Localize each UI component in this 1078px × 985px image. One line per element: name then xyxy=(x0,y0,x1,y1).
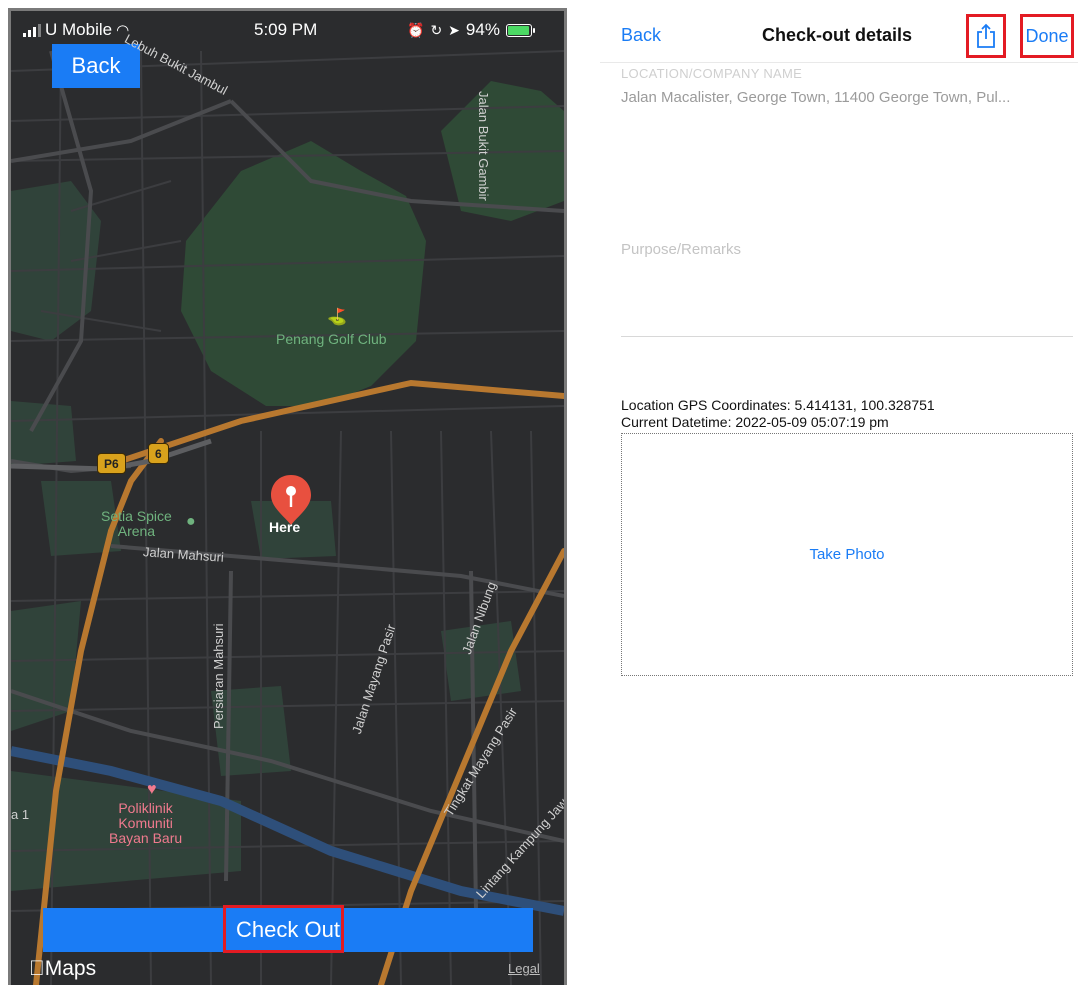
poi-setia-spice-arena: Setia Spice Arena xyxy=(101,508,172,539)
map-back-button[interactable]: Back xyxy=(52,44,140,88)
current-datetime: Current Datetime: 2022-05-09 05:07:19 pm xyxy=(621,414,889,430)
gps-coordinates: Location GPS Coordinates: 5.414131, 100.… xyxy=(621,397,935,413)
signal-icon xyxy=(23,23,41,37)
route-shield-6: 6 xyxy=(148,443,169,464)
location-arrow-icon: ➤ xyxy=(448,21,460,38)
status-indicators: ⏰ ↻ ➤ 94% xyxy=(407,20,535,40)
carrier-info: U Mobile ◠ xyxy=(23,20,129,40)
nav-divider xyxy=(600,62,1078,63)
poi-poliklinik: Poliklinik Komuniti Bayan Baru xyxy=(109,800,183,846)
check-out-highlight xyxy=(223,905,344,953)
maps-brand-text: Maps xyxy=(29,957,96,980)
rotation-lock-icon: ↻ xyxy=(430,21,443,38)
status-time: 5:09 PM xyxy=(254,20,318,39)
take-photo-button[interactable]: Take Photo xyxy=(803,545,890,564)
form-back-button[interactable]: Back xyxy=(621,25,661,46)
golf-icon: ⛳ xyxy=(327,309,347,326)
photo-area[interactable]: Take Photo xyxy=(621,433,1073,676)
purpose-remarks-input[interactable]: Purpose/Remarks xyxy=(621,241,741,258)
road-label-persiaran-mahsuri: Persiaran Mahsuri xyxy=(211,623,226,730)
battery-percent: 94% xyxy=(465,20,500,39)
pin-label: Here xyxy=(269,519,301,535)
carrier-name: U Mobile xyxy=(45,20,113,39)
route-shield-p6: P6 xyxy=(97,453,126,474)
share-icon xyxy=(977,23,995,48)
battery-icon xyxy=(505,23,535,37)
share-button[interactable] xyxy=(966,14,1006,58)
map-screen: U Mobile ◠ 5:09 PM ⏰ ↻ ➤ 94% Back Lebuh … xyxy=(8,8,567,985)
legal-link[interactable]: Legal xyxy=(508,961,540,976)
status-bar: U Mobile ◠ 5:09 PM ⏰ ↻ ➤ 94% xyxy=(11,11,564,47)
maps-brand: Maps xyxy=(29,957,96,981)
page-title: Check-out details xyxy=(762,25,913,45)
apple-logo-icon:  xyxy=(29,957,45,980)
purpose-divider xyxy=(621,336,1073,337)
alarm-icon: ⏰ xyxy=(407,21,425,38)
done-button[interactable]: Done xyxy=(1020,14,1074,58)
road-label-bukit-gambir: Jalan Bukit Gambir xyxy=(476,91,491,201)
clinic-icon: ♥ xyxy=(147,781,157,798)
location-field-label: LOCATION/COMPANY NAME xyxy=(621,66,803,81)
location-field[interactable]: Jalan Macalister, George Town, 11400 Geo… xyxy=(621,89,1010,106)
arena-icon: ● xyxy=(186,513,196,530)
poi-golf-club: Penang Golf Club xyxy=(276,331,387,347)
road-label-edge: a 1 xyxy=(11,807,30,822)
